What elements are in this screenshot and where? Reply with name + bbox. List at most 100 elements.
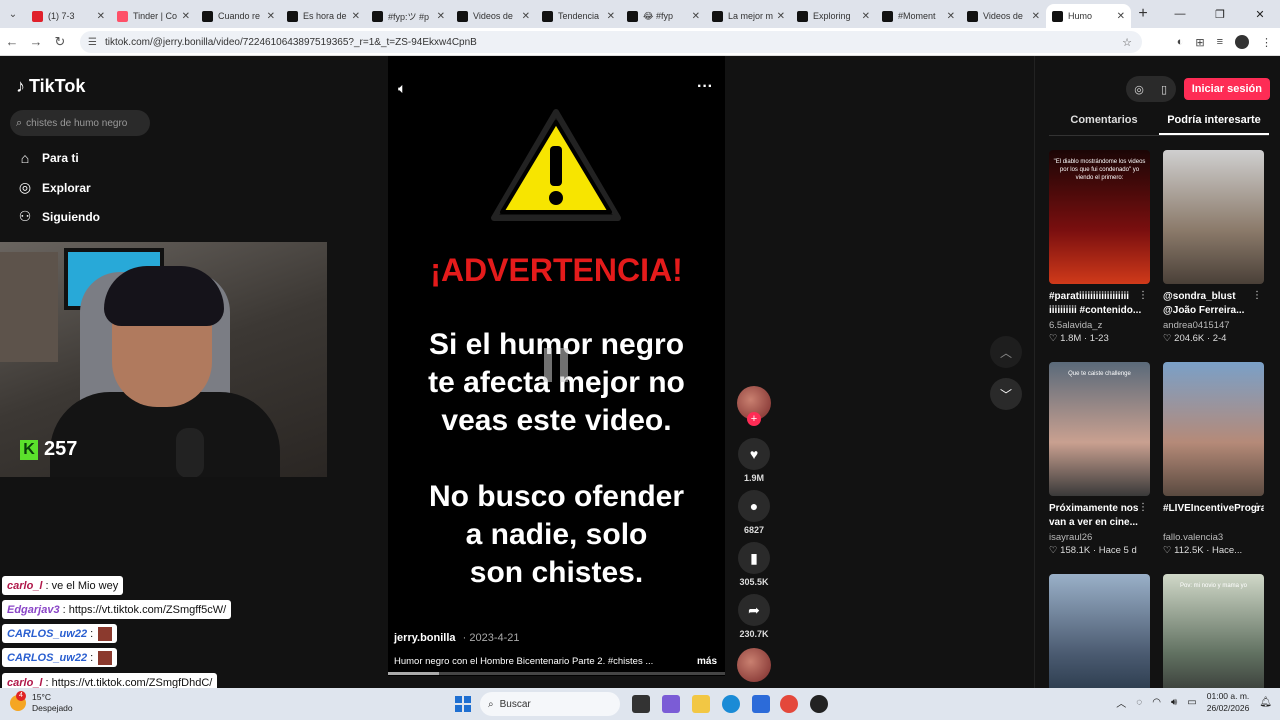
comment-icon[interactable]: ● <box>738 490 770 522</box>
close-tab-icon[interactable]: ✕ <box>97 11 105 22</box>
recommended-video-card[interactable]: "El diablo mostrándome los videos por lo… <box>1049 150 1150 344</box>
close-tab-icon[interactable]: ✕ <box>692 11 700 22</box>
card-author[interactable]: andrea0415147 <box>1163 320 1264 331</box>
edge-icon[interactable] <box>722 695 740 713</box>
share-icon[interactable]: ➦ <box>738 594 770 626</box>
close-tab-icon[interactable]: ✕ <box>862 11 870 22</box>
minimize-icon[interactable]: — <box>1160 8 1200 20</box>
battery-icon[interactable]: ▭ <box>1187 697 1196 708</box>
card-more-icon[interactable]: ⋮ <box>1138 290 1148 301</box>
video-thumbnail[interactable] <box>1163 362 1264 496</box>
new-tab-button[interactable]: + <box>1131 5 1155 23</box>
file-explorer-icon[interactable] <box>692 695 710 713</box>
sound-avatar-button[interactable] <box>736 648 772 682</box>
card-author[interactable]: isayraul26 <box>1049 532 1150 543</box>
bookmark-star-icon[interactable]: ☆ <box>1122 36 1132 49</box>
close-tab-icon[interactable]: ✕ <box>947 11 955 22</box>
video-player[interactable]: 🔈︎ ··· ¡ADVERTENCIA! Si el humor negro t… <box>388 56 725 676</box>
browser-tab[interactable]: Humo ✕ <box>1046 4 1131 28</box>
sound-avatar[interactable] <box>737 648 771 682</box>
task-view-icon[interactable] <box>632 695 650 713</box>
reload-icon[interactable]: ↻ <box>48 34 72 50</box>
wifi-icon[interactable]: ◠ <box>1152 697 1161 708</box>
clock[interactable]: 01:00 a. m. 26/02/2026 <box>1207 690 1250 714</box>
more-button[interactable]: más <box>697 656 717 667</box>
volume-icon[interactable]: 🔈︎ <box>398 80 406 97</box>
windows-start-icon[interactable] <box>455 696 471 712</box>
extensions-puzzle-icon[interactable]: ⊞ <box>1195 36 1204 49</box>
card-more-icon[interactable]: ⋮ <box>1252 502 1262 513</box>
save-button[interactable]: ▮ 305.5K <box>736 542 772 587</box>
search-input[interactable]: ⌕ chistes de humo negro <box>10 110 150 136</box>
tiktok-logo[interactable]: ♪ TikTok <box>16 76 85 97</box>
follow-plus-icon[interactable]: + <box>747 412 761 426</box>
close-tab-icon[interactable]: ✕ <box>437 11 445 22</box>
site-info-icon[interactable]: ☰ <box>88 37 97 48</box>
app-icon[interactable] <box>810 695 828 713</box>
close-tab-icon[interactable]: ✕ <box>607 11 615 22</box>
more-options-icon[interactable]: ··· <box>697 78 713 96</box>
browser-menu-icon[interactable]: ⋮ <box>1261 36 1272 49</box>
login-button[interactable]: Iniciar sesión <box>1183 78 1270 100</box>
browser-tab[interactable]: La mejor m ✕ <box>706 4 791 28</box>
share-button[interactable]: ➦ 230.7K <box>736 594 772 639</box>
browser-tab[interactable]: (1) 7-3 ✕ <box>26 4 111 28</box>
close-tab-icon[interactable]: ✕ <box>1032 11 1040 22</box>
profile-avatar[interactable] <box>1235 35 1249 49</box>
pause-icon[interactable] <box>544 348 572 382</box>
card-author[interactable]: fallo.valencia3 <box>1163 532 1264 543</box>
taskbar-search[interactable]: ⌕ Buscar <box>480 692 620 716</box>
author-name[interactable]: jerry.bonilla <box>394 632 456 644</box>
heart-icon[interactable]: ♥ <box>738 438 770 470</box>
url-bar[interactable]: ☰ tiktok.com/@jerry.bonilla/video/722461… <box>80 31 1142 53</box>
browser-tab[interactable]: Videos de ✕ <box>961 4 1046 28</box>
close-tab-icon[interactable]: ✕ <box>182 11 190 22</box>
browser-tab[interactable]: Exploring ✕ <box>791 4 876 28</box>
next-video-button[interactable]: ﹀ <box>990 378 1022 410</box>
author-avatar[interactable]: + <box>737 386 771 426</box>
compass-icon[interactable]: ◎ <box>1134 83 1144 96</box>
tab-recommended[interactable]: Podría interesarte <box>1159 114 1269 135</box>
close-tab-icon[interactable]: ✕ <box>777 11 785 22</box>
weather-widget[interactable]: 4 15°C Despejado <box>10 691 73 714</box>
close-window-icon[interactable]: ✕ <box>1240 8 1280 21</box>
close-tab-icon[interactable]: ✕ <box>1117 11 1125 22</box>
recommended-video-card[interactable]: #LIVEIncentiveProgram... fallo.valencia3 ♡… <box>1163 362 1264 556</box>
browser-tab[interactable]: 😂 #fyp ✕ <box>621 4 706 28</box>
previous-video-button[interactable]: ︿ <box>990 336 1022 368</box>
video-progress-bar[interactable] <box>388 672 725 675</box>
bookmark-icon[interactable]: ▮ <box>738 542 770 574</box>
tab-comments[interactable]: Comentarios <box>1049 114 1159 135</box>
phone-icon[interactable]: ▯ <box>1161 83 1167 96</box>
like-button[interactable]: ♥ 1.9M <box>736 438 772 483</box>
close-tab-icon[interactable]: ✕ <box>267 11 275 22</box>
tab-list-chevron-icon[interactable]: ⌄ <box>0 9 26 20</box>
recommended-video-card[interactable]: Que te caiste challenge Próximamente nos … <box>1049 362 1150 556</box>
video-thumbnail[interactable]: Que te caiste challenge <box>1049 362 1150 496</box>
card-more-icon[interactable]: ⋮ <box>1138 502 1148 513</box>
browser-tab[interactable]: Tinder | Co ✕ <box>111 4 196 28</box>
copilot-icon[interactable] <box>662 695 680 713</box>
browser-tab[interactable]: #Moment ✕ <box>876 4 961 28</box>
author-avatar-button[interactable]: + <box>736 386 772 426</box>
tray-chevron-icon[interactable]: ︿ <box>1116 695 1126 710</box>
recommended-video-card[interactable]: @sondra_blust @João Ferreira... andrea041… <box>1163 150 1264 344</box>
video-author[interactable]: jerry.bonilla · 2023-4-21 <box>394 632 520 644</box>
video-thumbnail[interactable] <box>1163 150 1264 284</box>
browser-tab[interactable]: Es hora de ✕ <box>281 4 366 28</box>
chrome-icon[interactable] <box>780 695 798 713</box>
nav-item-para-ti[interactable]: ⌂ Para ti <box>16 150 79 166</box>
network-icon[interactable]: ◌ <box>1136 697 1142 708</box>
browser-tab[interactable]: Tendencia ✕ <box>536 4 621 28</box>
back-icon[interactable]: ← <box>0 34 24 49</box>
media-icon[interactable]: ≡ <box>1217 36 1223 48</box>
video-thumbnail[interactable]: "El diablo mostrándome los videos por lo… <box>1049 150 1150 284</box>
nav-item-siguiendo[interactable]: ⚇ Siguiendo <box>16 208 100 225</box>
store-icon[interactable] <box>752 695 770 713</box>
nav-item-explorar[interactable]: ◎ Explorar <box>16 179 91 196</box>
comment-button[interactable]: ● 6827 <box>736 490 772 535</box>
browser-tab[interactable]: Videos de ✕ <box>451 4 536 28</box>
close-tab-icon[interactable]: ✕ <box>352 11 360 22</box>
close-tab-icon[interactable]: ✕ <box>522 11 530 22</box>
extension-icon[interactable]: ◐ <box>1177 36 1184 48</box>
